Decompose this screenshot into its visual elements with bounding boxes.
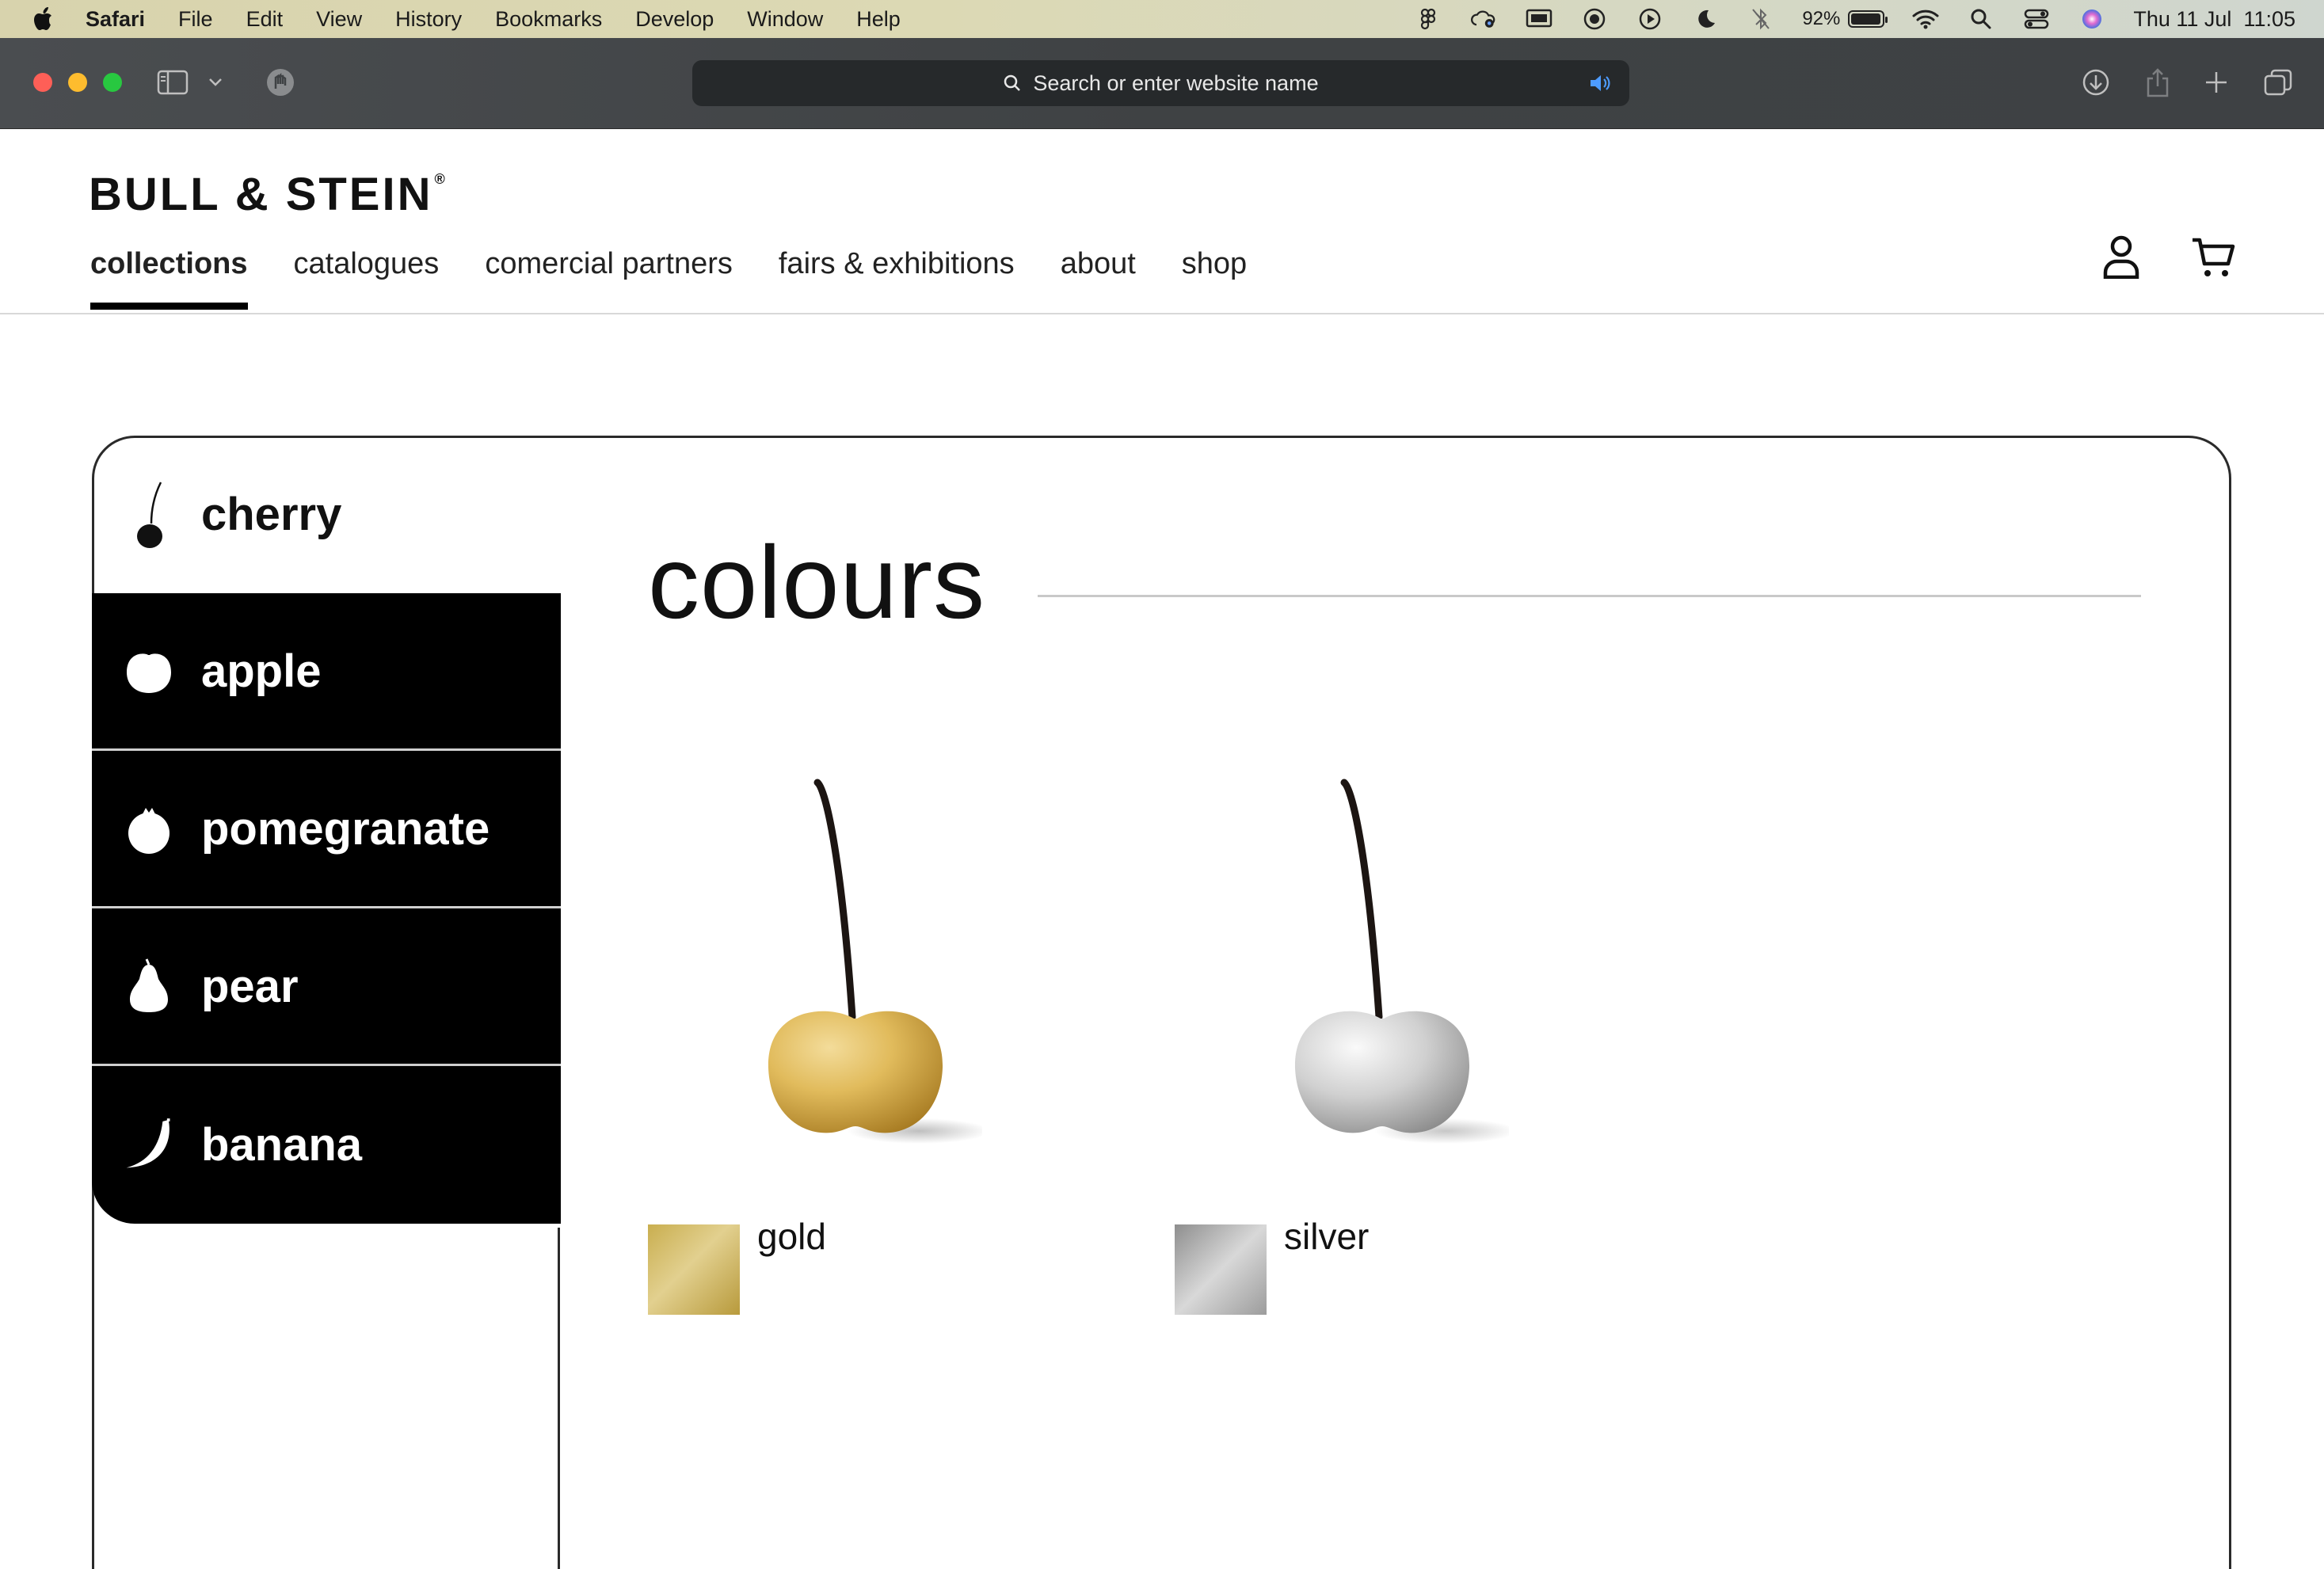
control-center-icon[interactable]: [2022, 7, 2051, 31]
sidebar-item-pear[interactable]: pear: [92, 908, 561, 1066]
tab-overview-icon[interactable]: [2261, 67, 2295, 98]
battery-percent: 92%: [1802, 8, 1841, 29]
apple-logo-icon[interactable]: [30, 5, 57, 33]
battery-icon: [1848, 10, 1888, 28]
pomegranate-icon: [124, 794, 174, 863]
cherry-icon: [124, 481, 174, 549]
header-divider: [0, 313, 2324, 314]
sidebar-item-label: apple: [201, 645, 322, 697]
registered-mark: ®: [434, 171, 448, 187]
close-window-button[interactable]: [33, 73, 52, 92]
privacy-shield-icon[interactable]: [263, 67, 298, 98]
address-placeholder: Search or enter website name: [1033, 70, 1319, 95]
site-logo[interactable]: BULL & STEIN ®: [89, 168, 448, 221]
gold-cherry-image[interactable]: [760, 776, 982, 1164]
menu-bookmarks[interactable]: Bookmarks: [495, 7, 602, 32]
share-icon[interactable]: [2140, 67, 2175, 98]
sidebar-divider: [558, 1228, 560, 1569]
minimize-window-button[interactable]: [68, 73, 87, 92]
new-tab-icon[interactable]: [2199, 67, 2234, 98]
record-icon[interactable]: [1580, 7, 1609, 31]
banana-icon: [124, 1111, 174, 1179]
user-icon[interactable]: [2102, 234, 2140, 279]
moon-icon[interactable]: [1691, 7, 1720, 31]
nav-comercial-partners[interactable]: comercial partners: [485, 247, 733, 302]
section-title: colours: [648, 524, 986, 640]
apple-icon: [124, 637, 174, 705]
search-icon[interactable]: [1967, 7, 1995, 31]
nav-about[interactable]: about: [1061, 247, 1136, 302]
browser-toolbar: Search or enter website name: [0, 38, 2324, 129]
nav-collections[interactable]: collections: [90, 247, 248, 310]
battery-level-fill: [1851, 13, 1881, 25]
pear-icon: [124, 952, 174, 1020]
menu-app-name[interactable]: Safari: [86, 7, 145, 32]
sidebar-item-pomegranate[interactable]: pomegranate: [92, 751, 561, 908]
play-icon[interactable]: [1636, 7, 1664, 31]
window-controls: [33, 73, 122, 92]
sidebar-item-cherry[interactable]: cherry: [92, 436, 561, 593]
menu-file[interactable]: File: [178, 7, 213, 32]
silver-cherry-image[interactable]: [1287, 776, 1509, 1164]
silver-label[interactable]: silver: [1284, 1215, 1369, 1258]
macos-menu-bar: Safari File Edit View History Bookmarks …: [0, 0, 2324, 38]
address-search-icon: [1004, 74, 1021, 91]
menu-edit[interactable]: Edit: [246, 7, 284, 32]
sidebar-item-label: banana: [201, 1119, 363, 1171]
figma-icon[interactable]: [1414, 7, 1442, 31]
chevron-down-icon[interactable]: [200, 67, 231, 98]
gold-swatch[interactable]: [648, 1224, 740, 1315]
screen-mirror-icon[interactable]: [1525, 7, 1553, 31]
sidebar-item-label: pomegranate: [201, 802, 490, 855]
speaker-icon[interactable]: [1588, 72, 1612, 94]
wifi-icon[interactable]: [1911, 7, 1940, 31]
address-bar[interactable]: Search or enter website name: [692, 60, 1629, 106]
menu-help[interactable]: Help: [856, 7, 901, 32]
title-rule: [1038, 595, 2141, 597]
gold-label[interactable]: gold: [757, 1215, 826, 1258]
menu-develop[interactable]: Develop: [635, 7, 714, 32]
nav-fairs-exhibitions[interactable]: fairs & exhibitions: [779, 247, 1015, 302]
menubar-clock[interactable]: Thu 11 Jul 11:05: [2133, 7, 2295, 32]
menu-window[interactable]: Window: [747, 7, 823, 32]
sidebar-icon[interactable]: [155, 67, 190, 98]
logo-text: BULL & STEIN: [89, 169, 433, 220]
sidebar-item-apple[interactable]: apple: [92, 593, 561, 751]
bluetooth-off-icon[interactable]: [1747, 7, 1775, 31]
menu-history[interactable]: History: [395, 7, 462, 32]
sidebar-item-banana[interactable]: banana: [92, 1066, 561, 1224]
sidebar-item-label: pear: [201, 960, 299, 1012]
fruit-sidebar: cherry apple pomegranate pear banana: [92, 436, 561, 1224]
nav-shop[interactable]: shop: [1182, 247, 1247, 302]
nav-catalogues[interactable]: catalogues: [294, 247, 440, 302]
siri-icon[interactable]: [2078, 7, 2106, 31]
battery-indicator[interactable]: 92%: [1802, 8, 1888, 30]
creative-cloud-icon[interactable]: [1469, 7, 1498, 31]
menu-view[interactable]: View: [316, 7, 362, 32]
zoom-window-button[interactable]: [103, 73, 122, 92]
sidebar-item-label: cherry: [201, 489, 342, 540]
silver-swatch[interactable]: [1175, 1224, 1267, 1315]
download-icon[interactable]: [2078, 67, 2113, 98]
main-navigation: collections catalogues comercial partner…: [90, 247, 1247, 310]
cart-icon[interactable]: [2191, 236, 2235, 279]
